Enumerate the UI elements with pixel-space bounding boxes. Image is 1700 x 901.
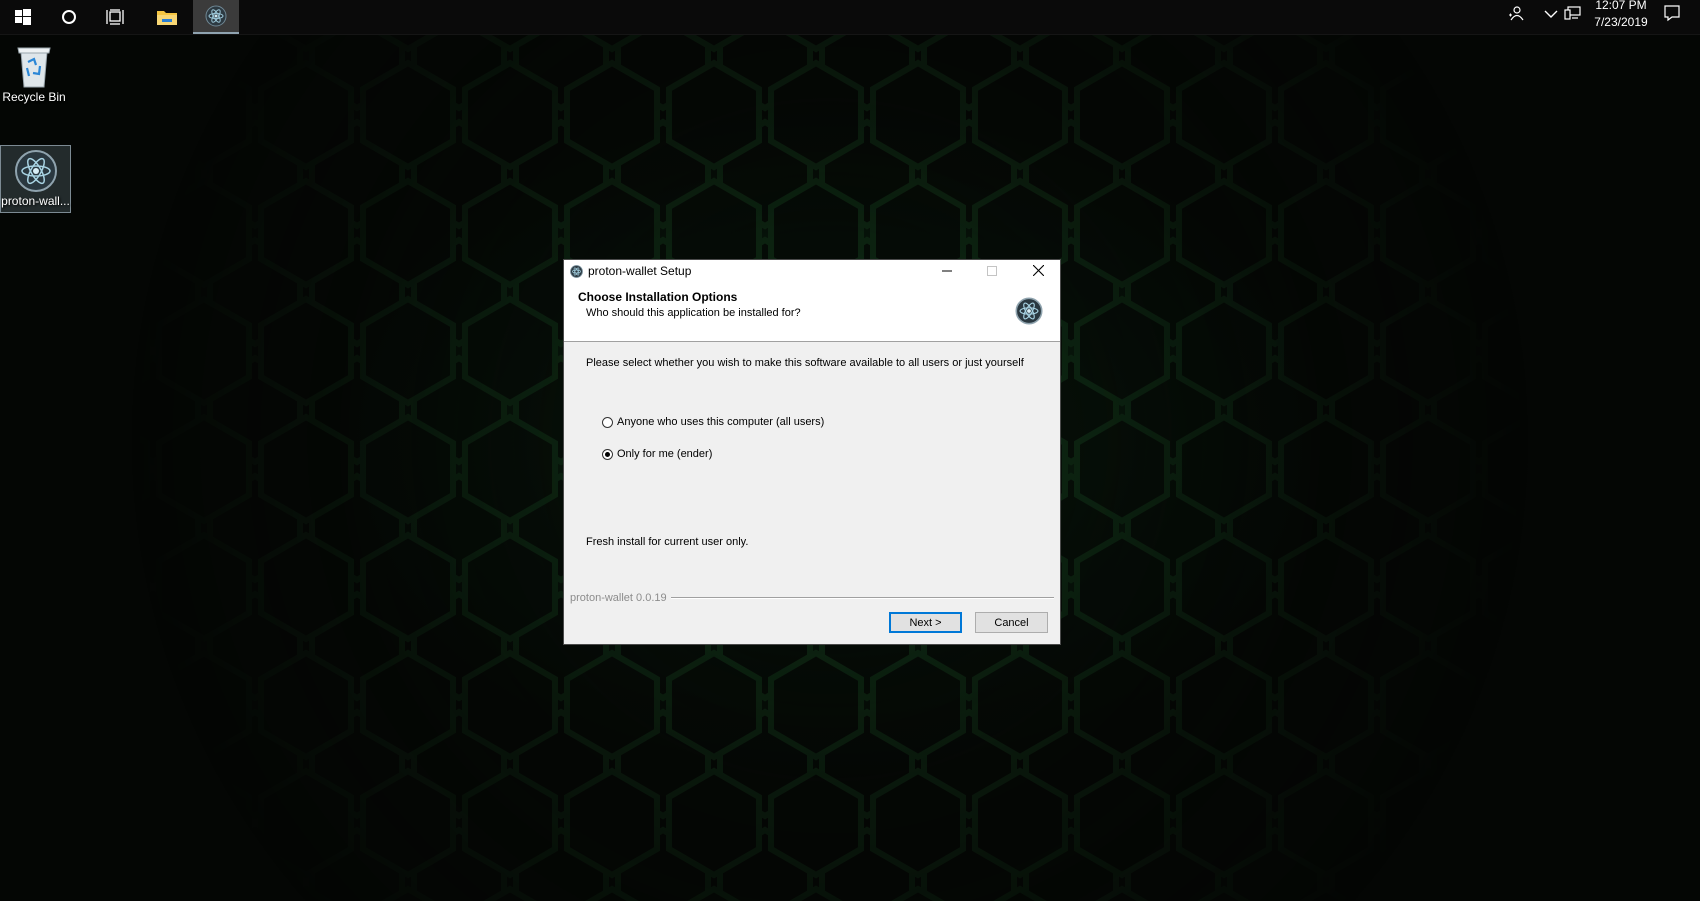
minimize-button[interactable] bbox=[925, 260, 969, 284]
cortana-icon bbox=[61, 9, 77, 25]
taskbar: 12:07 PM 7/23/2019 bbox=[0, 0, 1700, 35]
proton-wallet-icon bbox=[14, 149, 58, 193]
clock-date: 7/23/2019 bbox=[1594, 15, 1648, 29]
radio-only-me[interactable] bbox=[602, 448, 613, 460]
maximize-icon bbox=[987, 263, 997, 281]
start-icon bbox=[15, 9, 31, 25]
installer-header: Choose Installation Options Who should t… bbox=[564, 284, 1060, 342]
radio-all-users[interactable] bbox=[602, 416, 613, 428]
proton-wallet-icon bbox=[205, 5, 227, 27]
desktop-icon-proton-wallet[interactable]: proton-wall... bbox=[0, 145, 71, 213]
proton-wallet-taskbar-button[interactable] bbox=[193, 0, 239, 34]
people-button[interactable] bbox=[1504, 0, 1528, 30]
page-subtitle: Who should this application be installed… bbox=[586, 307, 801, 319]
notification-icon bbox=[1663, 4, 1681, 27]
cancel-button[interactable]: Cancel bbox=[975, 612, 1048, 633]
installer-window: proton-wallet Setup Choose Installation … bbox=[563, 259, 1061, 645]
branding-line: proton-wallet 0.0.19 bbox=[570, 592, 1054, 604]
desktop-icon-recycle-bin[interactable]: Recycle Bin bbox=[0, 42, 69, 112]
chevron-up-icon bbox=[1544, 6, 1558, 24]
install-status-text: Fresh install for current user only. bbox=[586, 536, 749, 548]
people-icon bbox=[1508, 5, 1524, 26]
cortana-button[interactable] bbox=[46, 0, 92, 34]
branding-divider bbox=[670, 597, 1054, 599]
show-hidden-icons-button[interactable] bbox=[1539, 0, 1563, 30]
close-icon bbox=[1032, 263, 1044, 281]
page-title: Choose Installation Options bbox=[578, 290, 738, 304]
option-label: Only for me (ender) bbox=[617, 448, 713, 460]
branding-text: proton-wallet 0.0.19 bbox=[570, 592, 667, 604]
close-button[interactable] bbox=[1016, 260, 1060, 284]
window-title: proton-wallet Setup bbox=[588, 264, 692, 278]
task-view-icon bbox=[106, 9, 124, 25]
taskbar-clock[interactable]: 12:07 PM 7/23/2019 bbox=[1580, 0, 1662, 31]
proton-wallet-icon bbox=[570, 265, 583, 283]
instructions-text: Please select whether you wish to make t… bbox=[586, 357, 1024, 369]
maximize-button bbox=[970, 260, 1014, 284]
file-explorer-icon bbox=[156, 8, 178, 26]
minimize-icon bbox=[942, 263, 952, 281]
desktop-icon-label: proton-wall... bbox=[1, 194, 70, 208]
recycle-bin-icon bbox=[12, 42, 56, 90]
file-explorer-button[interactable] bbox=[144, 0, 190, 34]
option-only-me[interactable]: Only for me (ender) bbox=[602, 448, 712, 460]
desktop-icon-label: Recycle Bin bbox=[2, 90, 66, 104]
option-all-users[interactable]: Anyone who uses this computer (all users… bbox=[602, 416, 824, 428]
option-label: Anyone who uses this computer (all users… bbox=[617, 416, 825, 428]
proton-wallet-icon bbox=[1015, 297, 1043, 330]
start-button[interactable] bbox=[0, 0, 46, 34]
task-view-button[interactable] bbox=[92, 0, 138, 34]
clock-time: 12:07 PM bbox=[1595, 0, 1647, 12]
window-titlebar[interactable]: proton-wallet Setup bbox=[564, 260, 1060, 284]
next-button[interactable]: Next > bbox=[889, 612, 962, 633]
action-center-button[interactable] bbox=[1660, 0, 1684, 30]
